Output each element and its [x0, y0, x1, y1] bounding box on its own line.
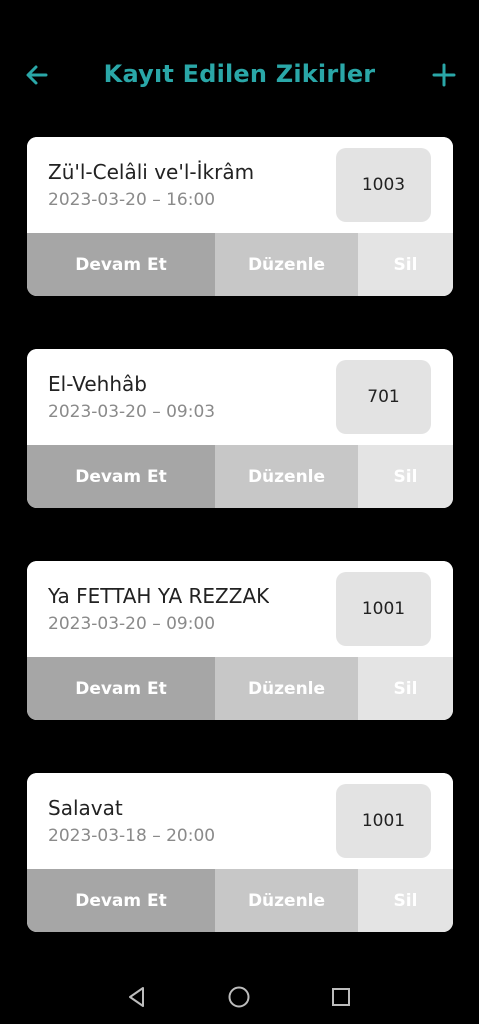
zikr-list: Zü'l-Celâli ve'l-İkrâm 2023-03-20 – 16:0… — [27, 137, 453, 985]
system-navigation-bar — [0, 968, 479, 1024]
zikr-count: 1001 — [336, 572, 431, 646]
delete-button[interactable]: Sil — [358, 657, 453, 720]
zikr-date: 2023-03-20 – 09:00 — [48, 614, 216, 634]
zikr-date: 2023-03-20 – 16:00 — [48, 190, 216, 210]
zikr-name: Ya FETTAH YA REZZAK — [48, 584, 270, 608]
zikr-name: Salavat — [48, 796, 123, 820]
zikr-card-actions: Devam Et Düzenle Sil — [27, 657, 453, 720]
zikr-card-info: Salavat 2023-03-18 – 20:00 1001 — [27, 773, 453, 869]
zikr-count: 1001 — [336, 784, 431, 858]
add-zikr-button[interactable] — [429, 60, 459, 90]
zikr-card-info: El-Vehhâb 2023-03-20 – 09:03 701 — [27, 349, 453, 445]
zikr-card-actions: Devam Et Düzenle Sil — [27, 233, 453, 296]
edit-button[interactable]: Düzenle — [215, 445, 358, 508]
zikr-card-actions: Devam Et Düzenle Sil — [27, 445, 453, 508]
plus-icon — [432, 63, 456, 87]
app-header: Kayıt Edilen Zikirler — [0, 50, 479, 100]
nav-home-button[interactable] — [222, 980, 256, 1014]
delete-button[interactable]: Sil — [358, 233, 453, 296]
zikr-card-actions: Devam Et Düzenle Sil — [27, 869, 453, 932]
zikr-card: Ya FETTAH YA REZZAK 2023-03-20 – 09:00 1… — [27, 561, 453, 720]
square-recents-icon — [332, 988, 350, 1006]
zikr-card: Zü'l-Celâli ve'l-İkrâm 2023-03-20 – 16:0… — [27, 137, 453, 296]
triangle-back-icon — [129, 987, 144, 1007]
zikr-name: El-Vehhâb — [48, 372, 147, 396]
delete-button[interactable]: Sil — [358, 869, 453, 932]
edit-button[interactable]: Düzenle — [215, 657, 358, 720]
screen: Kayıt Edilen Zikirler Zü'l-Celâli ve'l-İ… — [0, 0, 479, 1024]
delete-button[interactable]: Sil — [358, 445, 453, 508]
edit-button[interactable]: Düzenle — [215, 233, 358, 296]
zikr-name: Zü'l-Celâli ve'l-İkrâm — [48, 160, 255, 184]
circle-home-icon — [228, 986, 250, 1008]
zikr-card: El-Vehhâb 2023-03-20 – 09:03 701 Devam E… — [27, 349, 453, 508]
nav-recents-button[interactable] — [324, 980, 358, 1014]
zikr-count: 701 — [336, 360, 431, 434]
zikr-count: 1003 — [336, 148, 431, 222]
continue-button[interactable]: Devam Et — [27, 233, 215, 296]
edit-button[interactable]: Düzenle — [215, 869, 358, 932]
nav-back-button[interactable] — [120, 980, 154, 1014]
zikr-card: Salavat 2023-03-18 – 20:00 1001 Devam Et… — [27, 773, 453, 932]
continue-button[interactable]: Devam Et — [27, 445, 215, 508]
zikr-date: 2023-03-18 – 20:00 — [48, 826, 216, 846]
continue-button[interactable]: Devam Et — [27, 869, 215, 932]
zikr-card-info: Zü'l-Celâli ve'l-İkrâm 2023-03-20 – 16:0… — [27, 137, 453, 233]
page-title: Kayıt Edilen Zikirler — [103, 60, 376, 88]
continue-button[interactable]: Devam Et — [27, 657, 215, 720]
zikr-card-info: Ya FETTAH YA REZZAK 2023-03-20 – 09:00 1… — [27, 561, 453, 657]
zikr-date: 2023-03-20 – 09:03 — [48, 402, 216, 422]
